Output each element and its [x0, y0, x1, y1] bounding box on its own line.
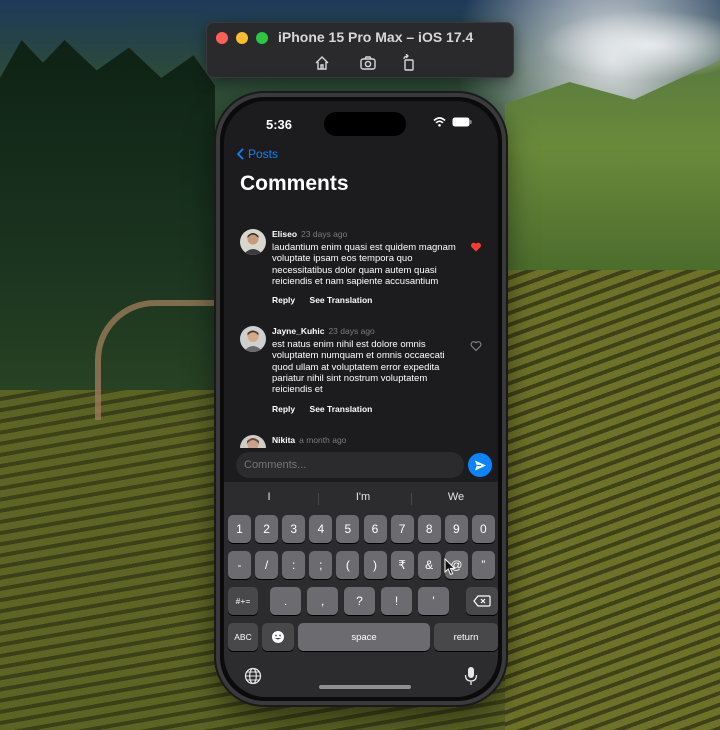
keyboard-key[interactable]: , [307, 587, 338, 615]
comment-time: 23 days ago [328, 326, 375, 336]
microphone-icon[interactable] [464, 666, 478, 686]
keyboard-key[interactable]: 3 [282, 515, 306, 543]
suggestion-item[interactable]: I [224, 491, 314, 503]
keyboard-key[interactable]: ₹ [390, 551, 414, 579]
heart-filled-icon[interactable] [470, 241, 482, 253]
comment-input-bar [224, 448, 498, 482]
hill-background [505, 60, 720, 280]
comment-author[interactable]: Eliseo [272, 229, 297, 239]
keyboard-key[interactable]: 9 [444, 515, 468, 543]
keyboard-key[interactable]: 5 [336, 515, 360, 543]
avatar [240, 435, 266, 448]
space-key[interactable]: space [298, 623, 430, 651]
emoji-icon [272, 631, 284, 643]
wifi-icon [433, 117, 446, 127]
comment-item: Nikita a month ago [224, 435, 498, 448]
return-key[interactable]: return [434, 623, 498, 651]
send-button[interactable] [468, 453, 492, 477]
keyboard-key[interactable]: . [270, 587, 301, 615]
comment-header: Jayne_Kuhic 23 days ago [272, 326, 375, 336]
keyboard-key[interactable]: / [255, 551, 279, 579]
comment-item: Jayne_Kuhic 23 days ago est natus enim ni… [224, 326, 498, 418]
simulator-toolbar: iPhone 15 Pro Max – iOS 17.4 [206, 22, 514, 78]
comment-text: est natus enim nihil est dolore omnis vo… [272, 339, 445, 396]
keyboard: I I'm We 1234567890 - /:;() ₹ & @” #+= .,?! '… [224, 482, 498, 697]
comment-time: a month ago [299, 435, 347, 445]
screenshot-icon[interactable] [359, 54, 377, 72]
keyboard-key[interactable]: ) [363, 551, 387, 579]
keyboard-key[interactable]: ( [336, 551, 360, 579]
keyboard-key[interactable]: & [417, 551, 441, 579]
home-icon[interactable] [313, 54, 331, 72]
chevron-left-icon [236, 148, 244, 160]
back-button-label: Posts [248, 147, 279, 161]
keyboard-key[interactable]: 2 [255, 515, 279, 543]
see-translation-button[interactable]: See Translation [310, 295, 373, 305]
keyboard-key[interactable]: - [228, 551, 251, 579]
phone-screen: 5:36 Posts Comments Eliseo 23 days ago l… [224, 101, 498, 697]
vineyard-right-background [505, 270, 720, 730]
status-bar: 5:36 [224, 101, 498, 141]
keyboard-key[interactable]: ? [344, 587, 375, 615]
send-icon [474, 460, 486, 470]
suggestion-item[interactable]: I'm [318, 491, 408, 503]
suggestion-bar: I I'm We [224, 488, 498, 508]
keyboard-key[interactable]: ; [309, 551, 333, 579]
suggestion-item[interactable]: We [411, 491, 498, 503]
keyboard-key[interactable]: ' [418, 587, 449, 615]
dynamic-island [324, 112, 406, 136]
keyboard-key[interactable]: 0 [471, 515, 495, 543]
battery-icon [452, 117, 472, 127]
comment-header: Eliseo 23 days ago [272, 229, 347, 239]
symbols-toggle-key[interactable]: #+= [228, 587, 258, 615]
minimize-window-button[interactable] [236, 32, 248, 44]
keyboard-key[interactable]: 7 [390, 515, 414, 543]
fog-background [540, 10, 720, 80]
status-time: 5:36 [266, 117, 293, 132]
mouse-pointer-icon [444, 558, 456, 576]
close-window-button[interactable] [216, 32, 228, 44]
keyboard-key[interactable]: ! [381, 587, 412, 615]
globe-icon[interactable] [244, 667, 262, 685]
comment-actions: Reply See Translation [272, 295, 384, 305]
keyboard-key[interactable]: 8 [417, 515, 441, 543]
road-background [95, 300, 215, 420]
backspace-icon [473, 595, 491, 607]
abc-key[interactable]: ABC [228, 623, 258, 651]
comment-item: Eliseo 23 days ago laudantium enim quasi … [224, 229, 498, 311]
comment-text: laudantium enim quasi est quidem magnam … [272, 242, 456, 287]
comment-actions: Reply See Translation [272, 404, 384, 414]
avatar [240, 326, 266, 352]
heart-outline-icon[interactable] [470, 340, 482, 352]
simulator-title: iPhone 15 Pro Max – iOS 17.4 [278, 29, 474, 45]
keyboard-key[interactable]: 4 [309, 515, 333, 543]
comment-header: Nikita a month ago [272, 435, 346, 445]
keyboard-key[interactable]: : [282, 551, 306, 579]
comment-time: 23 days ago [301, 229, 348, 239]
comment-author[interactable]: Jayne_Kuhic [272, 326, 324, 336]
delete-key[interactable] [466, 587, 498, 615]
reply-button[interactable]: Reply [272, 404, 295, 414]
keyboard-key[interactable]: ” [471, 551, 495, 579]
reply-button[interactable]: Reply [272, 295, 295, 305]
iphone-device: 5:36 Posts Comments Eliseo 23 days ago l… [216, 93, 506, 705]
home-indicator [319, 685, 411, 689]
keyboard-key[interactable]: 1 [228, 515, 251, 543]
comment-input[interactable] [236, 452, 464, 478]
zoom-window-button[interactable] [256, 32, 268, 44]
see-translation-button[interactable]: See Translation [310, 404, 373, 414]
emoji-key[interactable] [262, 623, 294, 651]
avatar [240, 229, 266, 255]
back-button[interactable]: Posts [236, 147, 278, 161]
comment-author[interactable]: Nikita [272, 435, 295, 445]
page-title: Comments [240, 172, 349, 195]
keyboard-key[interactable]: 6 [363, 515, 387, 543]
rotate-icon[interactable] [400, 54, 418, 72]
